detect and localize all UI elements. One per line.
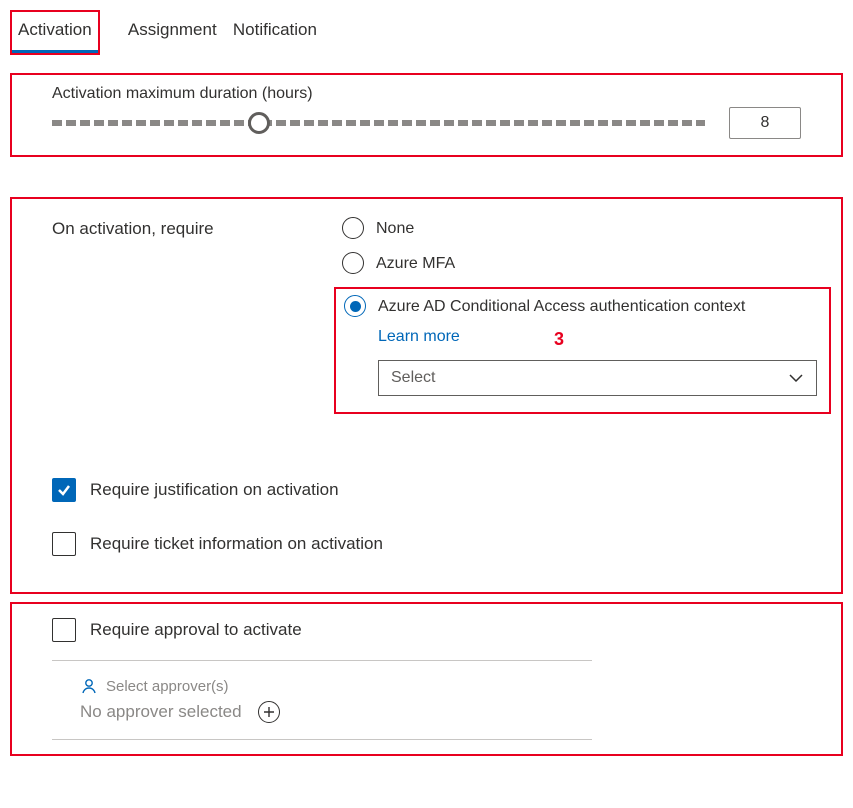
duration-label: Activation maximum duration (hours) (52, 85, 801, 103)
checkbox-require-approval[interactable]: Require approval to activate (52, 618, 831, 642)
person-icon (80, 677, 98, 695)
slider-thumb[interactable] (248, 112, 270, 134)
checkbox-label: Require ticket information on activation (90, 534, 383, 554)
radio-icon (342, 252, 364, 274)
no-approver-text: No approver selected (80, 702, 242, 722)
checkbox-ticket-info[interactable]: Require ticket information on activation (52, 532, 831, 556)
radio-conditional-access[interactable]: Azure AD Conditional Access authenticati… (344, 295, 817, 318)
plus-icon (263, 706, 275, 718)
learn-more-link[interactable]: Learn more (378, 328, 817, 346)
radio-label: Azure MFA (376, 252, 455, 275)
checkbox-icon (52, 478, 76, 502)
radio-icon (342, 217, 364, 239)
select-approvers-label: Select approver(s) (106, 678, 229, 695)
duration-slider[interactable] (52, 120, 705, 126)
duration-value-input[interactable]: 8 (729, 107, 801, 139)
section-on-activation: On activation, require None Azure MFA Az… (10, 197, 843, 594)
radio-icon (344, 295, 366, 317)
on-activation-label: On activation, require (52, 217, 342, 414)
section-duration: Activation maximum duration (hours) 8 (10, 73, 843, 157)
tab-activation[interactable]: Activation (12, 12, 98, 53)
radio-azure-mfa[interactable]: Azure MFA (342, 252, 831, 275)
radio-label: Azure AD Conditional Access authenticati… (378, 295, 745, 318)
add-approver-button[interactable] (258, 701, 280, 723)
annotation-3: 3 (554, 329, 564, 350)
checkbox-label: Require justification on activation (90, 480, 339, 500)
select-placeholder: Select (391, 369, 435, 387)
auth-context-select[interactable]: Select (378, 360, 817, 396)
chevron-down-icon (788, 370, 804, 386)
checkbox-icon (52, 618, 76, 642)
tab-assignment[interactable]: Assignment (122, 12, 223, 49)
radio-label: None (376, 217, 414, 240)
checkbox-label: Require approval to activate (90, 620, 302, 640)
conditional-access-box: Azure AD Conditional Access authenticati… (334, 287, 831, 414)
radio-none[interactable]: None (342, 217, 831, 240)
approvers-block: Select approver(s) No approver selected (52, 660, 592, 740)
tab-notification[interactable]: Notification (227, 12, 323, 49)
checkbox-icon (52, 532, 76, 556)
checkbox-justification[interactable]: Require justification on activation (52, 478, 831, 502)
section-approval: Require approval to activate Select appr… (10, 602, 843, 756)
